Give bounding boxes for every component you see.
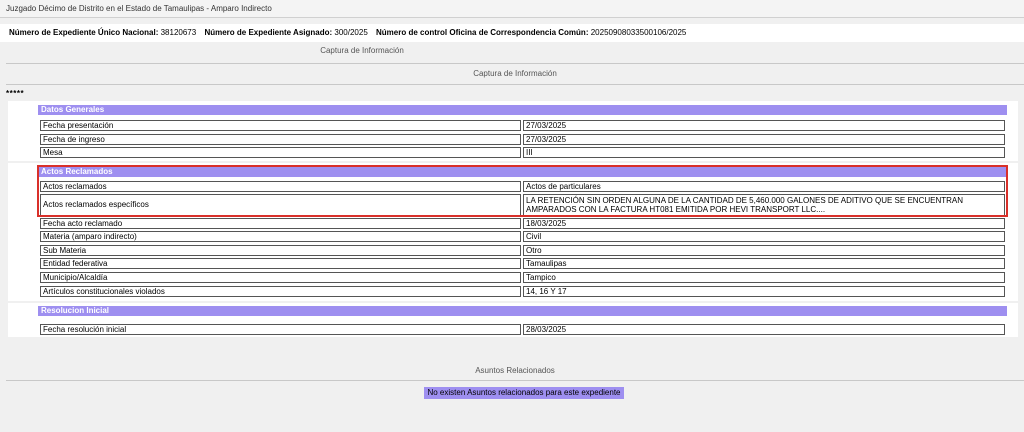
field-label: Actos reclamados específicos	[40, 194, 521, 216]
table-row: Mesa III	[40, 147, 1006, 159]
table-row: Fecha resolución inicial 28/03/2025	[40, 324, 1006, 336]
expediente-asignado-label: Número de Expediente Asignado:	[204, 28, 333, 37]
field-label: Municipio/Alcaldía	[40, 272, 521, 283]
table-row: Actos reclamados Actos de particulares	[40, 181, 1006, 193]
datos-generales-header: Datos Generales	[38, 105, 1007, 115]
field-value: Tamaulipas	[523, 258, 1005, 269]
table-row: Artículos constitucionales violados 14, …	[40, 286, 1006, 298]
table-row: Fecha presentación 27/03/2025	[40, 120, 1006, 132]
control-oficina-label: Número de control Oficina de Corresponde…	[376, 28, 589, 37]
field-label: Fecha resolución inicial	[40, 324, 521, 335]
table-row: Entidad federativa Tamaulipas	[40, 258, 1006, 270]
expediente-unico-label: Número de Expediente Único Nacional:	[9, 28, 159, 37]
field-value: 28/03/2025	[523, 324, 1005, 335]
captura-header: Captura de Información	[6, 63, 1024, 85]
field-label: Fecha presentación	[40, 120, 521, 131]
resolucion-inicial-header: Resolucion Inicial	[38, 306, 1007, 316]
field-value: 18/03/2025	[523, 218, 1005, 229]
field-value: Tampico	[523, 272, 1005, 283]
empty-asuntos-message: No existen Asuntos relacionados para est…	[424, 387, 624, 399]
field-label: Fecha acto reclamado	[40, 218, 521, 229]
field-value: 14, 16 Y 17	[523, 286, 1005, 297]
table-row: Materia (amparo indirecto) Civil	[40, 231, 1006, 243]
field-label: Entidad federativa	[40, 258, 521, 269]
window-title: Juzgado Décimo de Distrito en el Estado …	[6, 4, 272, 13]
table-row: Sub Materia Otro	[40, 245, 1006, 257]
stars-marker: *****	[6, 89, 25, 98]
expediente-info-line: Número de Expediente Único Nacional: 381…	[0, 24, 1024, 42]
window-title-bar: Juzgado Décimo de Distrito en el Estado …	[0, 0, 1024, 18]
field-label: Sub Materia	[40, 245, 521, 256]
field-value: Civil	[523, 231, 1005, 242]
field-label: Actos reclamados	[40, 181, 521, 192]
expediente-unico-value: 38120673	[160, 28, 197, 37]
control-oficina-value: 20250908033500106/2025	[590, 28, 687, 37]
field-value: Actos de particulares	[523, 181, 1005, 192]
table-row: Fecha de ingreso 27/03/2025	[40, 134, 1006, 146]
asuntos-relacionados-header: Asuntos Relacionados	[6, 361, 1024, 381]
field-label: Fecha de ingreso	[40, 134, 521, 145]
field-label: Artículos constitucionales violados	[40, 286, 521, 297]
field-value: LA RETENCIÓN SIN ORDEN ALGUNA DE LA CANT…	[523, 194, 1005, 216]
captura-subtitle: Captura de Información	[0, 42, 1024, 60]
field-value: Otro	[523, 245, 1005, 256]
field-value: 27/03/2025	[523, 134, 1005, 145]
field-value: III	[523, 147, 1005, 158]
table-row: Fecha acto reclamado 18/03/2025	[40, 218, 1006, 230]
table-row: Actos reclamados específicos LA RETENCIÓ…	[40, 194, 1006, 216]
table-row: Municipio/Alcaldía Tampico	[40, 272, 1006, 284]
field-label: Mesa	[40, 147, 521, 158]
field-value: 27/03/2025	[523, 120, 1005, 131]
actos-reclamados-header: Actos Reclamados	[38, 167, 1007, 177]
field-label: Materia (amparo indirecto)	[40, 231, 521, 242]
expediente-asignado-value: 300/2025	[334, 28, 368, 37]
